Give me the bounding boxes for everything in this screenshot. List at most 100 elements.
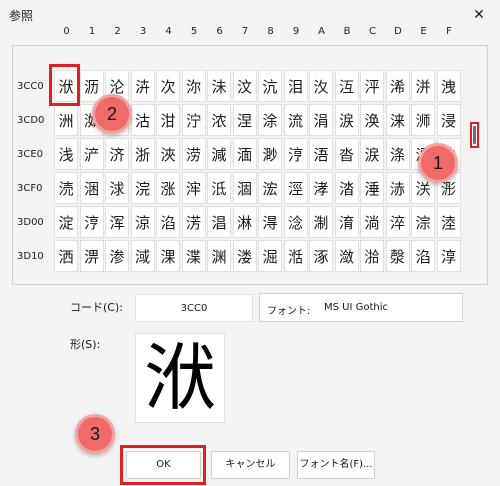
character-cell[interactable]: 济 [105,138,129,170]
row-header: 3D10 [17,251,44,262]
character-cell[interactable]: 泞 [181,104,206,136]
code-field[interactable]: 3CC0 [135,294,253,322]
character-cell[interactable]: 洩 [436,70,461,102]
character-cell[interactable]: 淀 [54,206,78,238]
character-cell[interactable]: 流 [283,104,308,136]
character-cell[interactable]: 淊 [411,240,435,272]
character-cell[interactable]: 洴 [411,70,435,102]
character-cell[interactable]: 涓 [309,104,333,136]
character-cell[interactable]: 淙 [411,206,435,238]
character-cell[interactable]: 湁 [360,240,384,272]
cancel-button[interactable]: キャンセル [211,451,290,479]
character-cell[interactable]: 渺 [258,138,282,170]
character-cell[interactable]: 淯 [334,206,359,238]
character-cell[interactable]: 沵 [181,70,206,102]
character-cell[interactable]: 渫 [181,240,206,272]
character-cell[interactable]: 泔 [156,104,180,136]
character-cell[interactable]: 沍 [334,70,359,102]
character-cell[interactable]: 沆 [258,70,282,102]
character-cell[interactable]: 湉 [283,240,308,272]
character-cell[interactable]: 沽 [130,104,155,136]
character-cell[interactable]: 淳 [436,240,461,272]
character-cell[interactable]: 泪 [283,70,308,102]
character-cell[interactable]: 浶 [181,172,206,204]
scrollbar[interactable] [470,122,479,148]
character-cell[interactable]: 淢 [130,240,155,272]
character-cell[interactable]: 涸 [232,172,257,204]
character-cell[interactable]: 涿 [309,240,333,272]
character-cell[interactable]: 淊 [156,206,180,238]
character-cell[interactable]: 涥 [283,138,308,170]
character-cell[interactable]: 汷 [309,70,333,102]
character-cell[interactable]: 淐 [207,206,231,238]
character-cell[interactable]: 淌 [360,206,384,238]
character-cell[interactable]: 淉 [156,240,180,272]
character-cell[interactable]: 浤 [258,172,282,204]
scroll-thumb[interactable] [473,126,476,144]
character-cell[interactable]: 洒 [54,240,78,272]
character-cell[interactable]: 淛 [309,206,333,238]
character-cell[interactable]: 浯 [309,138,333,170]
character-cell[interactable]: 涥 [79,206,104,238]
character-cell[interactable]: 潋 [334,240,359,272]
character-cell[interactable]: 涂 [258,104,282,136]
character-cell[interactable]: 湎 [232,138,257,170]
character-cell[interactable]: 涾 [334,172,359,204]
character-cell[interactable]: 淠 [79,240,104,272]
character-cell[interactable]: 涼 [130,206,155,238]
character-cell[interactable]: 泜 [207,172,231,204]
character-cell[interactable]: 淓 [181,206,206,238]
character-cell[interactable]: 浙 [130,138,155,170]
column-header: 2 [114,26,121,37]
character-cell[interactable]: 浑 [105,206,129,238]
character-cell[interactable]: 沓 [334,138,359,170]
character-cell[interactable]: 涙 [334,104,359,136]
character-cell[interactable]: 浐 [79,138,104,170]
character-cell[interactable]: 浗 [105,172,129,204]
character-cell[interactable]: 涅 [232,104,257,136]
character-cell[interactable]: 涝 [181,138,206,170]
character-cell[interactable]: 淋 [232,206,257,238]
character-cell[interactable]: 浉 [411,104,435,136]
character-cell[interactable]: 汶 [232,70,257,102]
character-cell[interactable]: 涍 [309,172,333,204]
character-cell[interactable]: 次 [156,70,180,102]
font-name-button[interactable]: フォント名(F)... [297,451,375,479]
character-cell[interactable]: 淕 [436,206,461,238]
character-cell[interactable]: 漀 [385,240,410,272]
character-cell[interactable]: 淰 [283,206,308,238]
character-cell[interactable]: 涙 [360,138,384,170]
character-cell[interactable]: 泙 [360,70,384,102]
character-cell[interactable]: 涶 [360,172,384,204]
character-cell[interactable]: 浾 [385,172,410,204]
character-cell[interactable]: 淂 [258,206,282,238]
ok-button[interactable]: OK [126,451,201,479]
character-cell[interactable]: 減 [207,138,231,170]
column-header: 0 [63,26,70,37]
close-icon[interactable]: ✕ [468,5,490,25]
character-cell[interactable]: 淈 [258,240,282,272]
character-cell[interactable]: 浅 [54,138,78,170]
character-cell[interactable]: 泋 [130,70,155,102]
character-cell[interactable]: 淬 [385,206,410,238]
character-cell[interactable]: 渗 [105,240,129,272]
character-cell[interactable]: 浣 [130,172,155,204]
character-cell[interactable]: 涃 [79,172,104,204]
character-cell[interactable]: 浸 [436,104,461,136]
character-cell[interactable]: 洲 [54,104,78,136]
row-header: 3CF0 [17,183,43,194]
character-cell[interactable]: 浹 [156,138,180,170]
character-cell[interactable]: 沬 [207,70,231,102]
character-cell[interactable]: 涤 [385,138,410,170]
column-header: 9 [292,26,300,37]
character-cell[interactable]: 浓 [207,104,231,136]
character-cell[interactable]: 渊 [207,240,231,272]
column-header: 1 [88,26,96,37]
character-cell[interactable]: 涞 [385,104,410,136]
character-cell[interactable]: 浠 [385,70,410,102]
character-cell[interactable]: 涣 [360,104,384,136]
character-cell[interactable]: 涇 [283,172,308,204]
character-cell[interactable]: 涨 [156,172,180,204]
character-cell[interactable]: 溇 [232,240,257,272]
character-cell[interactable]: 涜 [54,172,78,204]
